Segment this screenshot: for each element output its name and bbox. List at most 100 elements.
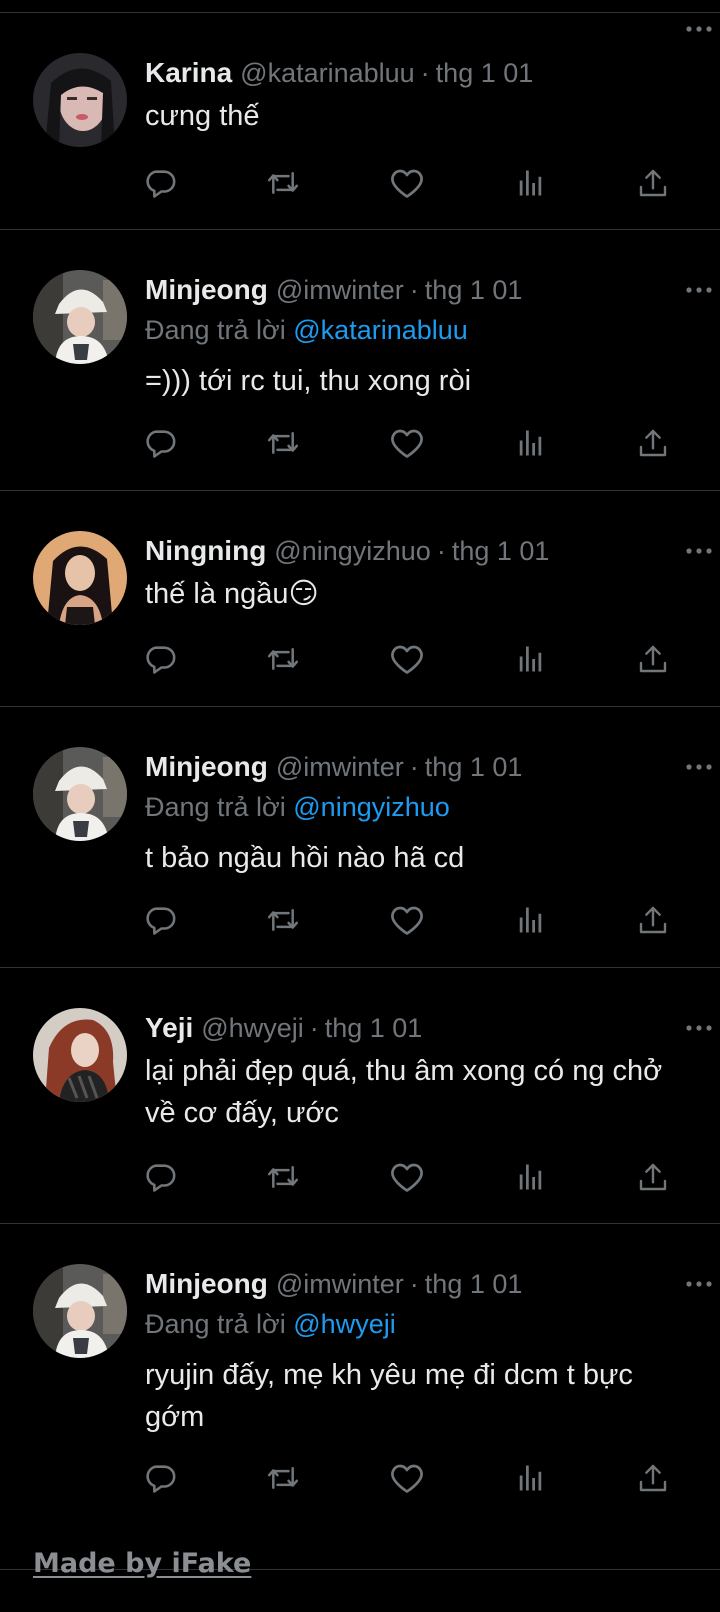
retweet-icon[interactable] — [263, 423, 303, 463]
retweet-icon[interactable] — [263, 163, 303, 203]
display-name[interactable]: Minjeong — [145, 751, 268, 783]
timestamp[interactable]: thg 1 01 — [325, 1013, 423, 1044]
reply-icon[interactable] — [140, 1458, 180, 1498]
like-icon[interactable] — [387, 1157, 427, 1197]
reply-icon[interactable] — [140, 900, 180, 940]
replying-to: Đang trả lời @ningyizhuo — [145, 787, 696, 827]
tweet-text: cưng thế — [145, 100, 260, 132]
tweet-header: Karina @katarinabluu · thg 1 01 — [145, 53, 696, 93]
views-icon[interactable] — [511, 639, 551, 679]
timestamp[interactable]: thg 1 01 — [436, 58, 534, 89]
views-icon[interactable] — [511, 163, 551, 203]
replying-to: Đang trả lời @hwyeji — [145, 1304, 696, 1344]
more-icon[interactable] — [684, 1274, 714, 1294]
like-icon[interactable] — [387, 163, 427, 203]
replying-prefix: Đang trả lời — [145, 315, 294, 345]
more-icon[interactable] — [684, 1018, 714, 1038]
avatar[interactable] — [33, 747, 127, 841]
avatar[interactable] — [33, 53, 127, 147]
share-icon[interactable] — [633, 423, 673, 463]
share-icon[interactable] — [633, 1458, 673, 1498]
tweet-1[interactable]: Karina @katarinabluu · thg 1 01 cưng thế — [0, 13, 720, 229]
display-name[interactable]: Yeji — [145, 1012, 193, 1044]
display-name[interactable]: Karina — [145, 57, 232, 89]
timestamp[interactable]: thg 1 01 — [452, 536, 550, 567]
views-icon[interactable] — [511, 900, 551, 940]
tweet-content: Minjeong @imwinter · thg 1 01 Đang trả l… — [145, 1264, 696, 1438]
more-icon[interactable] — [684, 280, 714, 300]
views-icon[interactable] — [511, 423, 551, 463]
reply-icon[interactable] — [140, 1157, 180, 1197]
tweet-4[interactable]: Minjeong @imwinter · thg 1 01 Đang trả l… — [0, 707, 720, 967]
user-handle[interactable]: @imwinter — [276, 1269, 404, 1300]
separator: · — [420, 57, 430, 88]
display-name[interactable]: Minjeong — [145, 274, 268, 306]
replying-prefix: Đang trả lời — [145, 792, 294, 822]
watermark: Made by iFake — [33, 1548, 252, 1579]
action-bar — [145, 163, 693, 203]
retweet-icon[interactable] — [263, 1157, 303, 1197]
tweet-5[interactable]: Yeji @hwyeji · thg 1 01 lại phải đẹp quá… — [0, 968, 720, 1224]
reply-icon[interactable] — [140, 423, 180, 463]
action-bar — [145, 900, 693, 940]
reply-mention-link[interactable]: @katarinabluu — [293, 315, 468, 345]
reply-icon[interactable] — [140, 163, 180, 203]
replying-prefix: Đang trả lời — [145, 1309, 294, 1339]
user-handle[interactable]: @hwyeji — [201, 1013, 303, 1044]
retweet-icon[interactable] — [263, 900, 303, 940]
more-icon[interactable] — [684, 541, 714, 561]
avatar[interactable] — [33, 1008, 127, 1102]
tweet-content: Karina @katarinabluu · thg 1 01 cưng thế — [145, 53, 696, 137]
tweet-text: t bảo ngầu hồi nào hã cd — [145, 842, 465, 874]
tweet-2[interactable]: Minjeong @imwinter · thg 1 01 Đang trả l… — [0, 230, 720, 490]
share-icon[interactable] — [633, 1157, 673, 1197]
like-icon[interactable] — [387, 900, 427, 940]
share-icon[interactable] — [633, 163, 673, 203]
user-handle[interactable]: @katarinabluu — [240, 58, 415, 89]
separator: · — [409, 274, 419, 305]
like-icon[interactable] — [387, 423, 427, 463]
display-name[interactable]: Ningning — [145, 535, 266, 567]
like-icon[interactable] — [387, 1458, 427, 1498]
timestamp[interactable]: thg 1 01 — [425, 752, 523, 783]
separator: · — [409, 1268, 419, 1299]
action-bar — [145, 1157, 693, 1197]
reply-mention-link[interactable]: @hwyeji — [293, 1309, 395, 1339]
share-icon[interactable] — [633, 900, 673, 940]
share-icon[interactable] — [633, 639, 673, 679]
action-bar — [145, 423, 693, 463]
timestamp[interactable]: thg 1 01 — [425, 275, 523, 306]
avatar[interactable] — [33, 1264, 127, 1358]
views-icon[interactable] — [511, 1458, 551, 1498]
more-icon[interactable] — [684, 757, 714, 777]
tweet-header: Yeji @hwyeji · thg 1 01 — [145, 1008, 696, 1048]
separator: · — [309, 1012, 319, 1043]
retweet-icon[interactable] — [263, 1458, 303, 1498]
avatar[interactable] — [33, 531, 127, 625]
separator: · — [409, 751, 419, 782]
more-icon[interactable] — [684, 19, 714, 39]
reply-mention-link[interactable]: @ningyizhuo — [293, 792, 450, 822]
tweet-header: Minjeong @imwinter · thg 1 01 — [145, 747, 696, 787]
separator: · — [436, 535, 446, 566]
tweet-header: Ningning @ningyizhuo · thg 1 01 — [145, 531, 696, 571]
tweet-header: Minjeong @imwinter · thg 1 01 — [145, 270, 696, 310]
tweet-content: Minjeong @imwinter · thg 1 01 Đang trả l… — [145, 270, 696, 402]
timestamp[interactable]: thg 1 01 — [425, 1269, 523, 1300]
avatar[interactable] — [33, 270, 127, 364]
user-handle[interactable]: @imwinter — [276, 275, 404, 306]
user-handle[interactable]: @ningyizhuo — [274, 536, 431, 567]
user-handle[interactable]: @imwinter — [276, 752, 404, 783]
action-bar — [145, 639, 693, 679]
views-icon[interactable] — [511, 1157, 551, 1197]
tweet-3[interactable]: Ningning @ningyizhuo · thg 1 01 thế là n… — [0, 491, 720, 707]
replying-to: Đang trả lời @katarinabluu — [145, 310, 696, 350]
tweet-text: lại phải đẹp quá, thu âm xong có ng chở … — [145, 1055, 663, 1129]
like-icon[interactable] — [387, 639, 427, 679]
tweet-text: thế là ngầu😏 — [145, 578, 319, 610]
retweet-icon[interactable] — [263, 639, 303, 679]
reply-icon[interactable] — [140, 639, 180, 679]
display-name[interactable]: Minjeong — [145, 1268, 268, 1300]
tweet-text: =))) tới rc tui, thu xong ròi — [145, 365, 472, 397]
tweet-6[interactable]: Minjeong @imwinter · thg 1 01 Đang trả l… — [0, 1224, 720, 1570]
